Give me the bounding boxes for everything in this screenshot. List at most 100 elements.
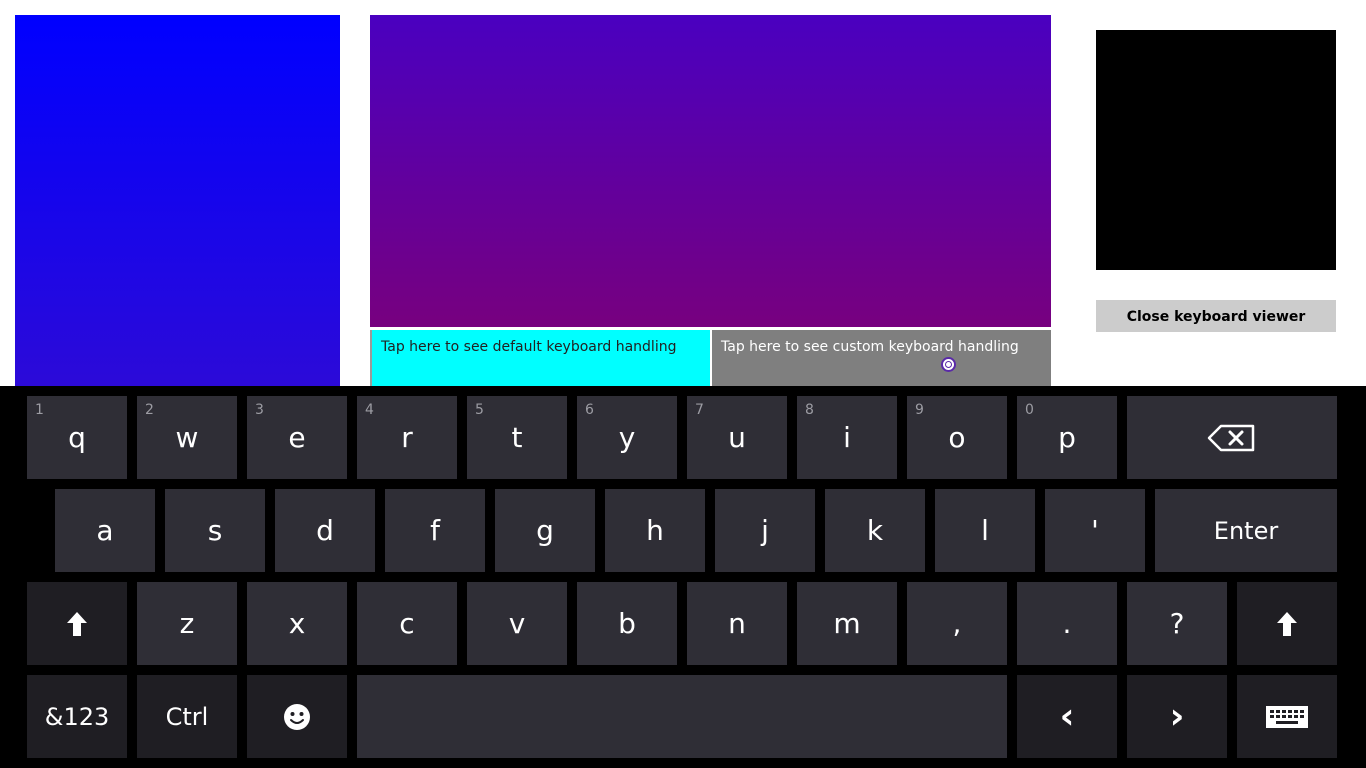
key-l[interactable]: l	[935, 489, 1035, 572]
key-t[interactable]: 5t	[467, 396, 567, 479]
close-keyboard-viewer-button[interactable]: Close keyboard viewer	[1096, 300, 1336, 332]
key-label: q	[68, 420, 86, 454]
key-label: b	[618, 606, 636, 640]
key-f[interactable]: f	[385, 489, 485, 572]
key-label: m	[833, 606, 861, 640]
key-p[interactable]: 0p	[1017, 396, 1117, 479]
key-label: p	[1058, 420, 1076, 454]
purple-gradient-panel	[370, 15, 1051, 327]
key-i[interactable]: 8i	[797, 396, 897, 479]
shift-arrow-icon	[1277, 611, 1297, 636]
key-number: 4	[365, 402, 374, 418]
enter-key[interactable]: Enter	[1155, 489, 1337, 572]
key-number: 5	[475, 402, 484, 418]
key-h[interactable]: h	[605, 489, 705, 572]
key-label: o	[948, 420, 966, 454]
app-window: Tap here to see default keyboard handlin…	[0, 0, 1366, 768]
key-u[interactable]: 7u	[687, 396, 787, 479]
key-label: t	[511, 420, 523, 454]
key-label: f	[430, 513, 440, 547]
key-z[interactable]: z	[137, 582, 237, 665]
key-label: x	[288, 606, 306, 640]
key-label: k	[866, 513, 884, 547]
right-arrow-icon: ›	[1169, 695, 1185, 737]
symbols-key[interactable]: &123	[27, 675, 127, 758]
key-w[interactable]: 2w	[137, 396, 237, 479]
key-number: 8	[805, 402, 814, 418]
touch-keyboard: 1q 2w 3e 4r 5t 6y 7u 8i 9o 0p a s d f g …	[0, 386, 1366, 768]
key-number: 9	[915, 402, 924, 418]
key-label: g	[536, 513, 554, 547]
key-label: n	[728, 606, 746, 640]
key-label: ,	[952, 606, 962, 640]
key-label: j	[761, 513, 769, 547]
key-label: ?	[1169, 606, 1185, 640]
key-label: s	[207, 513, 223, 547]
key-b[interactable]: b	[577, 582, 677, 665]
key-label: v	[508, 606, 526, 640]
key-g[interactable]: g	[495, 489, 595, 572]
key-apostrophe[interactable]: '	[1045, 489, 1145, 572]
key-number: 0	[1025, 402, 1034, 418]
key-comma[interactable]: ,	[907, 582, 1007, 665]
enter-label: Enter	[1213, 516, 1279, 545]
key-s[interactable]: s	[165, 489, 265, 572]
key-m[interactable]: m	[797, 582, 897, 665]
space-bar[interactable]	[357, 675, 1007, 758]
smiley-icon	[284, 703, 310, 730]
key-label: a	[96, 513, 114, 547]
backspace-icon	[1207, 424, 1255, 451]
keyboard-viewer-box	[1096, 30, 1336, 270]
key-x[interactable]: x	[247, 582, 347, 665]
key-label: e	[288, 420, 306, 454]
key-label: y	[618, 420, 636, 454]
shift-arrow-icon	[67, 611, 87, 636]
custom-keyboard-handling-label: Tap here to see custom keyboard handling	[721, 339, 1019, 355]
key-number: 3	[255, 402, 264, 418]
key-label: u	[728, 420, 746, 454]
key-number: 6	[585, 402, 594, 418]
key-label: h	[646, 513, 664, 547]
key-r[interactable]: 4r	[357, 396, 457, 479]
key-label: r	[401, 420, 413, 454]
key-o[interactable]: 9o	[907, 396, 1007, 479]
right-arrow-key[interactable]: ›	[1127, 675, 1227, 758]
left-arrow-icon: ‹	[1059, 695, 1075, 737]
key-number: 7	[695, 402, 704, 418]
key-k[interactable]: k	[825, 489, 925, 572]
hide-keyboard-key[interactable]	[1237, 675, 1337, 758]
custom-keyboard-handling-area[interactable]: Tap here to see custom keyboard handling	[712, 330, 1051, 386]
key-j[interactable]: j	[715, 489, 815, 572]
key-period[interactable]: .	[1017, 582, 1117, 665]
left-shift-key[interactable]	[27, 582, 127, 665]
key-q[interactable]: 1q	[27, 396, 127, 479]
default-keyboard-handling-area[interactable]: Tap here to see default keyboard handlin…	[370, 330, 710, 386]
key-a[interactable]: a	[55, 489, 155, 572]
key-label: z	[179, 606, 195, 640]
key-label: d	[316, 513, 334, 547]
blue-gradient-panel	[15, 15, 340, 386]
key-v[interactable]: v	[467, 582, 567, 665]
key-label: w	[175, 420, 199, 454]
key-n[interactable]: n	[687, 582, 787, 665]
key-label: i	[843, 420, 851, 454]
default-keyboard-handling-label: Tap here to see default keyboard handlin…	[381, 339, 677, 355]
left-arrow-key[interactable]: ‹	[1017, 675, 1117, 758]
key-label: c	[399, 606, 415, 640]
key-number: 1	[35, 402, 44, 418]
key-d[interactable]: d	[275, 489, 375, 572]
ctrl-key[interactable]: Ctrl	[137, 675, 237, 758]
key-label: l	[981, 513, 989, 547]
right-shift-key[interactable]	[1237, 582, 1337, 665]
emoji-key[interactable]	[247, 675, 347, 758]
keyboard-icon	[1266, 705, 1308, 728]
touch-cursor-icon	[941, 357, 956, 372]
key-label: .	[1062, 606, 1072, 640]
key-question[interactable]: ?	[1127, 582, 1227, 665]
key-e[interactable]: 3e	[247, 396, 347, 479]
key-c[interactable]: c	[357, 582, 457, 665]
ctrl-label: Ctrl	[165, 702, 209, 731]
key-y[interactable]: 6y	[577, 396, 677, 479]
backspace-key[interactable]	[1127, 396, 1337, 479]
key-label: '	[1091, 513, 1099, 547]
